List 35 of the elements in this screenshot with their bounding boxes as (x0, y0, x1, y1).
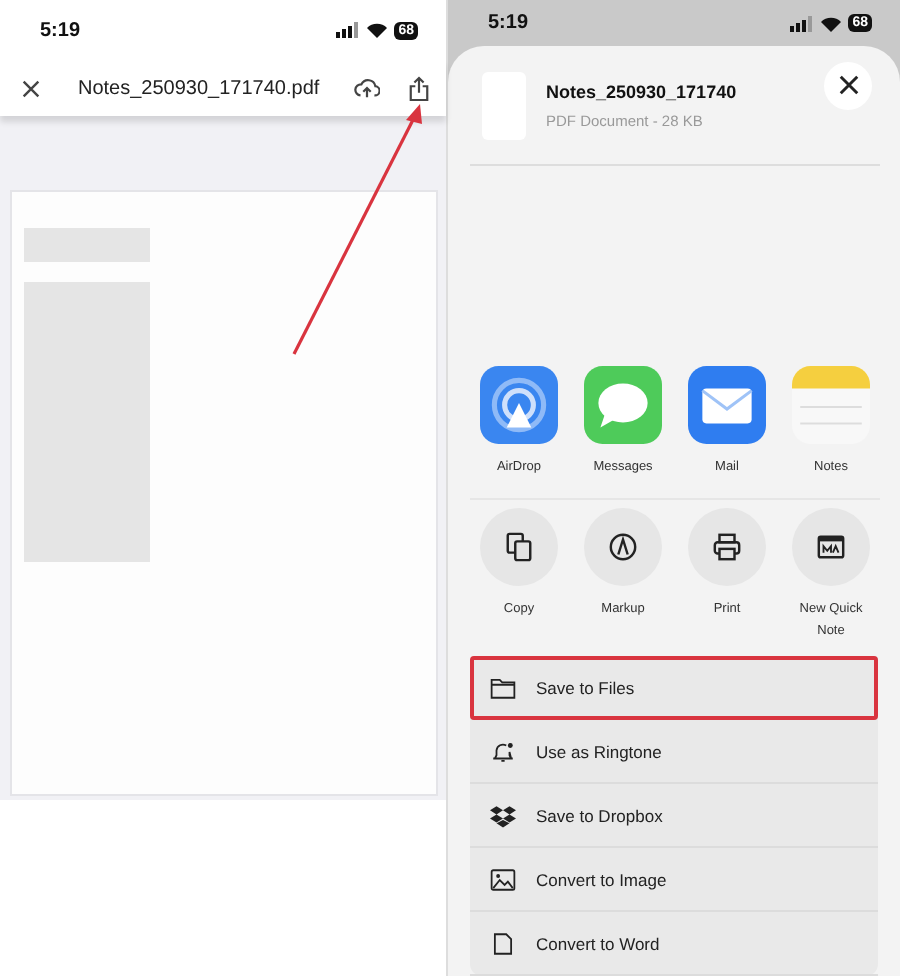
status-time: 5:19 (40, 19, 81, 41)
list-item[interactable]: Convert to Image (470, 848, 878, 912)
bell-icon (490, 739, 516, 763)
copy-icon (504, 532, 534, 562)
quick-note-icon (816, 532, 846, 562)
action-button[interactable] (480, 508, 558, 586)
close-icon[interactable] (20, 77, 42, 99)
dropbox-icon (490, 803, 516, 827)
list-item[interactable]: Use as Ringtone (470, 720, 878, 784)
action-button[interactable] (688, 508, 766, 586)
wifi-icon (820, 15, 843, 31)
list-item[interactable]: Convert to Word (470, 912, 878, 976)
signal-icon (790, 15, 815, 31)
document-title: Notes_250930_171740.pdf (78, 77, 322, 99)
close-button[interactable] (824, 61, 872, 109)
cloud-upload-icon[interactable] (354, 76, 380, 100)
status-time: 5:19 (488, 12, 529, 34)
list-item[interactable]: Save to Files (470, 656, 878, 720)
placeholder-bar (24, 228, 150, 262)
envelope-icon (688, 366, 766, 444)
list-item[interactable]: Save to Dropbox (470, 784, 878, 848)
image-icon (490, 867, 516, 891)
wifi-icon (366, 22, 389, 38)
signal-icon (336, 22, 361, 38)
file-name: Notes_250930_171740 (546, 81, 739, 101)
folder-icon (490, 675, 516, 699)
action-button[interactable] (792, 508, 870, 586)
action-button[interactable] (584, 508, 662, 586)
pen-tip-icon (608, 532, 638, 562)
airdrop-icon (480, 366, 558, 444)
speech-bubble-icon (584, 366, 662, 444)
printer-icon (712, 532, 742, 562)
share-icon[interactable] (408, 75, 430, 101)
document-icon (490, 931, 516, 955)
close-icon (837, 74, 859, 96)
